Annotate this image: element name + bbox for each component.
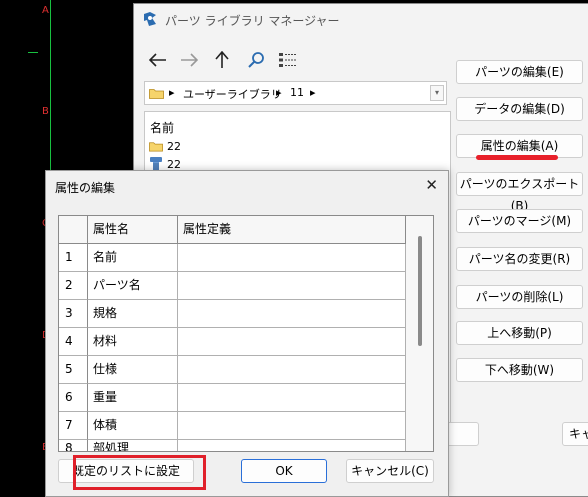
row-number: 8: [59, 440, 88, 451]
move-down-button[interactable]: 下へ移動(W): [456, 358, 583, 382]
row-number: 5: [59, 356, 88, 384]
window-title: パーツ ライブラリ マネージャー: [165, 14, 340, 28]
attr-def-cell[interactable]: [178, 272, 406, 300]
forward-button[interactable]: [177, 49, 201, 71]
edit-attributes-dialog: 属性の編集 ✕ 属性名 属性定義 1 名前 2 パーツ名 3 規格 4 材料 5…: [45, 170, 449, 497]
list-header-name[interactable]: 名前: [150, 119, 174, 136]
attr-name-cell[interactable]: 部処理: [88, 440, 178, 451]
close-icon[interactable]: ✕: [425, 176, 438, 194]
attr-name-cell[interactable]: 名前: [88, 244, 178, 272]
breadcrumb-separator-icon: ▸: [310, 86, 316, 99]
column-header-attr-def[interactable]: 属性定義: [178, 216, 406, 244]
dialog-title: 属性の編集: [55, 181, 116, 195]
attr-name-cell[interactable]: パーツ名: [88, 272, 178, 300]
attr-name-cell[interactable]: 規格: [88, 300, 178, 328]
rename-part-button[interactable]: パーツ名の変更(R): [456, 247, 583, 271]
row-number: 6: [59, 384, 88, 412]
attr-name-cell[interactable]: 仕様: [88, 356, 178, 384]
attributes-grid[interactable]: 属性名 属性定義 1 名前 2 パーツ名 3 規格 4 材料 5 仕様 6 重量…: [58, 215, 434, 452]
breadcrumb-separator-icon: ▸: [276, 86, 282, 99]
cad-grid-label: A: [42, 5, 49, 16]
search-icon: [248, 52, 264, 68]
breadcrumb-item[interactable]: 11: [290, 86, 304, 99]
address-bar[interactable]: ▸ ユーザーライブラリ ▸ 11 ▸ ▾: [144, 81, 447, 105]
detail-list-icon: [279, 53, 297, 67]
cad-tick: [28, 52, 38, 53]
highlight-box: [73, 455, 206, 490]
breadcrumb-separator-icon: ▸: [169, 86, 175, 99]
cad-grid-label: B: [42, 106, 49, 117]
attr-def-cell[interactable]: [178, 384, 406, 412]
attr-def-cell[interactable]: [178, 300, 406, 328]
highlight-underline: [476, 155, 558, 160]
view-mode-button[interactable]: [276, 49, 300, 71]
scrollbar-thumb[interactable]: [418, 236, 422, 346]
arrow-left-icon: [149, 53, 166, 67]
parts-manager-cancel-button[interactable]: キャ: [562, 422, 588, 446]
row-number: 3: [59, 300, 88, 328]
row-number: 1: [59, 244, 88, 272]
attr-def-cell[interactable]: [178, 356, 406, 384]
back-button[interactable]: [146, 49, 170, 71]
grid-corner: [59, 216, 88, 244]
ok-button[interactable]: OK: [241, 459, 327, 483]
edit-data-button[interactable]: データの編集(D): [456, 97, 583, 121]
column-header-attr-name[interactable]: 属性名: [88, 216, 178, 244]
arrow-up-icon: [215, 51, 229, 68]
up-button[interactable]: [210, 49, 234, 71]
attr-def-cell[interactable]: [178, 440, 406, 451]
attr-name-cell[interactable]: 重量: [88, 384, 178, 412]
list-item-label: 22: [167, 140, 181, 153]
title-bar: パーツ ライブラリ マネージャー: [134, 4, 588, 34]
app-logo-icon: [144, 12, 156, 26]
row-number: 7: [59, 412, 88, 440]
breadcrumb-item[interactable]: ユーザーライブラリ: [183, 86, 282, 102]
address-dropdown-button[interactable]: ▾: [430, 85, 444, 101]
attr-name-cell[interactable]: 体積: [88, 412, 178, 440]
move-up-button[interactable]: 上へ移動(P): [456, 321, 583, 345]
attr-name-cell[interactable]: 材料: [88, 328, 178, 356]
arrow-right-icon: [181, 53, 198, 67]
delete-part-button[interactable]: パーツの削除(L): [456, 285, 583, 309]
row-number: 4: [59, 328, 88, 356]
edit-part-button[interactable]: パーツの編集(E): [456, 60, 583, 84]
export-part-button[interactable]: パーツのエクスポート(B): [456, 172, 583, 213]
attr-def-cell[interactable]: [178, 412, 406, 440]
cancel-button[interactable]: キャンセル(C): [346, 459, 434, 483]
folder-icon: [149, 89, 164, 99]
search-button[interactable]: [244, 49, 268, 71]
attr-def-cell[interactable]: [178, 244, 406, 272]
folder-icon: [149, 142, 163, 152]
attr-def-cell[interactable]: [178, 328, 406, 356]
merge-part-button[interactable]: パーツのマージ(M): [456, 209, 583, 233]
vertical-scrollbar[interactable]: [406, 216, 433, 451]
row-number: 2: [59, 272, 88, 300]
